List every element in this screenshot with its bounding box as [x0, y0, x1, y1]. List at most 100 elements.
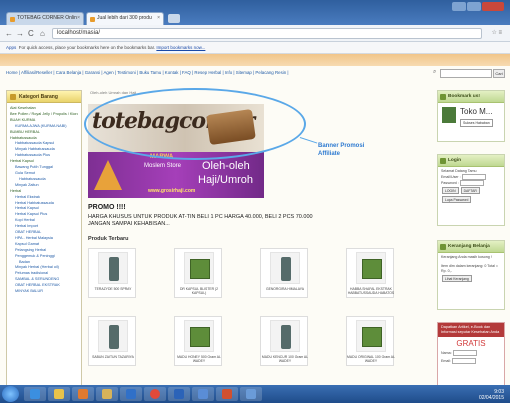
password-field[interactable]	[459, 180, 484, 186]
cart-info: Item dlm dalam keranjang: 0 Total = Rp. …	[441, 264, 498, 273]
taskbar-media-icon[interactable]	[72, 387, 94, 401]
name-label: Nama:	[441, 350, 452, 355]
store-thumbnail[interactable]	[442, 107, 456, 123]
promo-title: PROMO !!!!	[88, 204, 126, 211]
product-card[interactable]: GENORGIRA HIMALAYA	[260, 248, 308, 298]
right-sidebar: Bookmark us! Toko M... Sukses Hababan Lo…	[437, 90, 505, 386]
product-shape	[281, 325, 291, 349]
product-card[interactable]: HABBA SHAFAL EKSTRAK HABBATUSSAUDA HABAT…	[346, 248, 394, 298]
browser-tab-2[interactable]: Jual lebih dari 300 produ ×	[86, 12, 164, 25]
clock[interactable]: 9:03 02/04/2015	[479, 389, 504, 401]
product-name[interactable]: TERAZYDE 500 SPRAY	[89, 287, 137, 291]
close-window-button[interactable]	[482, 2, 504, 11]
product-image[interactable]	[270, 252, 300, 284]
view-cart-button[interactable]: Lihat Keranjang	[442, 275, 472, 282]
product-name[interactable]: MADU ORIGINAL 100 Gram AL WADEY	[347, 355, 395, 363]
store-sub[interactable]: Sukses Hababan	[460, 119, 493, 127]
minimize-button[interactable]	[452, 2, 466, 11]
taskbar-app2-icon[interactable]	[240, 387, 262, 401]
banner-line2: Haji/Umroh	[198, 174, 254, 186]
taskbar-chrome-icon[interactable]	[144, 387, 166, 401]
search-icon: ⌕	[433, 69, 437, 75]
product-image[interactable]	[98, 252, 128, 284]
highlight-ellipse	[84, 88, 306, 160]
browser-tab-1[interactable]: TOTEBAG CORNER Onlin ×	[6, 12, 84, 25]
windows-taskbar: 9:03 02/04/2015	[0, 385, 510, 403]
product-image[interactable]	[98, 320, 128, 352]
category-item[interactable]: Bee Pollen / Royal Jelly / Propolis / Kl…	[10, 112, 78, 118]
import-bookmarks-link[interactable]: Import bookmarks now...	[156, 45, 205, 50]
tab-label: Jual lebih dari 300 produ	[97, 15, 152, 21]
start-button[interactable]	[2, 386, 19, 402]
product-name[interactable]: DR KAPSUL BLISTER (2 KAPSUL)	[175, 287, 223, 295]
taskbar-outlook-icon[interactable]	[120, 387, 142, 401]
product-image[interactable]	[356, 320, 386, 352]
close-tab-icon[interactable]: ×	[157, 15, 160, 21]
folder-icon	[10, 94, 16, 100]
product-shape	[362, 259, 382, 279]
site-menu[interactable]: Home | Affiliasi/Reseller | Cara Belanja…	[6, 70, 428, 80]
free-label: GRATIS	[456, 339, 486, 348]
category-header: Kategori Barang	[7, 91, 81, 103]
login-button[interactable]: LOGIN	[442, 187, 459, 194]
cart-box: Keranjang Belanja Keranjang Anda masih k…	[437, 240, 505, 310]
menu-icon[interactable]: ☆ ≡	[491, 29, 502, 36]
banner-url: www.grosirhaji.com	[148, 188, 196, 194]
store-name[interactable]: Toko M...	[460, 107, 492, 116]
product-card[interactable]: DR KAPSUL BLISTER (2 KAPSUL)	[174, 248, 222, 298]
product-card[interactable]: MADU HONEY 500 Gram AL WADEY	[174, 316, 222, 366]
product-shape	[190, 259, 210, 279]
product-image[interactable]	[270, 320, 300, 352]
product-shape	[109, 257, 119, 281]
back-arrow-icon[interactable]: ←	[5, 29, 13, 38]
newsletter-email-field[interactable]	[452, 358, 476, 364]
bookmark-hint: For quick access, place your bookmarks h…	[18, 45, 156, 50]
taskbar-paint-icon[interactable]	[216, 387, 238, 401]
forward-arrow-icon[interactable]: →	[16, 29, 24, 38]
tab-label: TOTEBAG CORNER Onlin	[17, 15, 77, 21]
taskbar-folder-icon[interactable]	[96, 387, 118, 401]
apps-link[interactable]: Apps	[6, 45, 16, 50]
taskbar-explorer-icon[interactable]	[48, 387, 70, 401]
category-list: Alat Kesehatan Bee Pollen / Royal Jelly /…	[7, 103, 81, 298]
close-tab-icon[interactable]: ×	[77, 15, 80, 21]
product-image[interactable]	[184, 320, 214, 352]
annotation-label: Banner Promosi Affiliate	[318, 143, 365, 157]
promo-text: HARGA KHUSUS UNTUK PRODUK AT-TIN BELI 1 …	[88, 214, 313, 227]
product-image[interactable]	[356, 252, 386, 284]
product-image[interactable]	[184, 252, 214, 284]
home-icon[interactable]: ⌂	[40, 29, 45, 38]
product-card[interactable]: MADU KENCUR 100 Gram AL WADEY	[260, 316, 308, 366]
browser-toolbar: ← → C ⌂ localhost/masia/ ☆ ≡	[0, 25, 510, 42]
search-input[interactable]	[440, 69, 492, 78]
product-name[interactable]: HABBA SHAFAL EKSTRAK HABBATUSSAUDA HABAT…	[347, 287, 395, 295]
search-button[interactable]: Cari	[493, 69, 505, 78]
product-card[interactable]: TERAZYDE 500 SPRAY	[88, 248, 136, 298]
product-name[interactable]: MADU KENCUR 100 Gram AL WADEY	[261, 355, 309, 363]
product-shape	[281, 257, 291, 281]
product-card[interactable]: MADU ORIGINAL 100 Gram AL WADEY	[346, 316, 395, 366]
product-name[interactable]: SABUN ZAITUN TAZARIYA	[89, 355, 137, 359]
reload-icon[interactable]: C	[28, 29, 34, 38]
category-item[interactable]: MINYAK BALUR	[10, 289, 78, 295]
register-button[interactable]: DAFTAR	[460, 187, 480, 194]
site-header-strip	[0, 54, 510, 66]
newsletter-box: Dapatkan Artikel, e-Book dan Informasi s…	[437, 322, 505, 386]
bookmark-box: Bookmark us! Toko M... Sukses Hababan	[437, 90, 505, 142]
new-tab-button[interactable]	[168, 14, 180, 23]
address-bar[interactable]: localhost/masia/	[52, 28, 482, 39]
taskbar-app-icon[interactable]	[192, 387, 214, 401]
forgot-password-button[interactable]: Lupa Password	[442, 196, 472, 203]
maximize-button[interactable]	[467, 2, 481, 11]
name-field[interactable]	[452, 350, 477, 356]
product-name[interactable]: GENORGIRA HIMALAYA	[261, 287, 309, 291]
taskbar-word-icon[interactable]	[168, 387, 190, 401]
taskbar-ie-icon[interactable]	[24, 387, 46, 401]
product-shape	[362, 327, 382, 347]
favicon-icon	[10, 17, 15, 22]
product-card[interactable]: SABUN ZAITUN TAZARIYA	[88, 316, 136, 366]
product-name[interactable]: MADU HONEY 500 Gram AL WADEY	[175, 355, 223, 363]
products-heading: Produk Terbaru	[88, 236, 129, 242]
password-label: Password :	[441, 180, 459, 185]
email-label: Email/User :	[441, 174, 461, 179]
